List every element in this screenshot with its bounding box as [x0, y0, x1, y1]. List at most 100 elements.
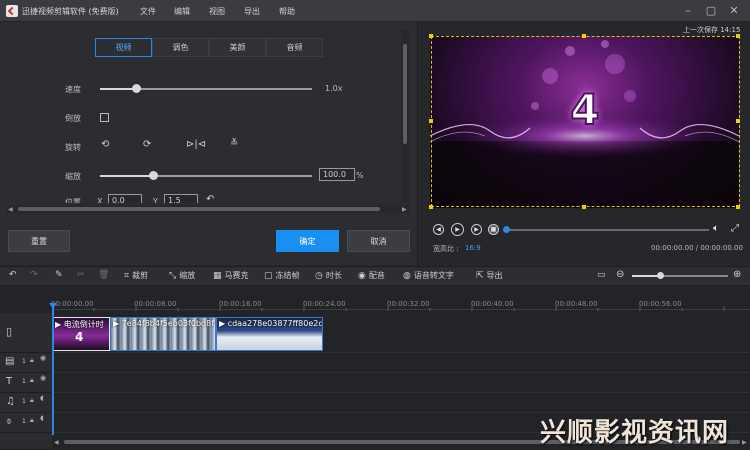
scale-slider-knob[interactable] — [149, 171, 158, 180]
voice-track-number: 1 — [22, 418, 26, 425]
duration-tool[interactable]: ◷ 时长 — [315, 270, 342, 281]
tab-color[interactable]: 调色 — [152, 38, 209, 57]
mosaic-tool[interactable]: ▦ 马赛克 — [213, 270, 249, 281]
position-x-input[interactable]: 0.0 — [108, 194, 142, 203]
freeze-frame-tool[interactable]: ▢ 冻结帧 — [264, 270, 300, 281]
cancel-button[interactable]: 取消 — [347, 230, 410, 252]
rotate-label: 旋转 — [65, 143, 81, 152]
fit-timeline-icon[interactable]: ▭ — [597, 270, 606, 280]
scroll-left-icon[interactable]: ◀ — [8, 206, 13, 213]
menu-view[interactable]: 视图 — [209, 6, 225, 17]
fullscreen-icon[interactable]: ⤢ — [731, 223, 739, 234]
restore-icon[interactable]: ▢ — [704, 4, 718, 18]
eye-icon[interactable]: ◉ — [40, 374, 46, 382]
stop-icon[interactable]: ■ — [488, 224, 499, 235]
timeline-clip[interactable]: ▶ cdaa278e03877ff80e2d... — [216, 317, 323, 351]
autosave-status: 上一次保存 14:15 — [683, 26, 741, 34]
prev-frame-icon[interactable]: ◀ — [433, 224, 444, 235]
rotate-right-icon[interactable]: ⟳ — [143, 139, 151, 150]
speed-slider-knob[interactable] — [132, 84, 141, 93]
video-track-icon: ▯ — [6, 325, 13, 338]
volume-icon[interactable]: ◖ — [40, 394, 44, 402]
menu-export[interactable]: 导出 — [244, 6, 260, 17]
lock-icon[interactable]: 🔒︎ — [30, 416, 34, 425]
undo-icon[interactable]: ↶ — [9, 270, 17, 280]
scroll-left-icon[interactable]: ◀ — [54, 439, 59, 446]
selection-box[interactable] — [431, 36, 740, 207]
zoom-tool[interactable]: ⤡ 缩放 — [169, 270, 195, 281]
text-icon: T — [6, 376, 13, 387]
timeline-clip[interactable]: ▶ 7e84f8b4f5eb03f0bd8f... — [110, 317, 216, 351]
zoom-in-icon[interactable]: ⊕ — [733, 269, 741, 280]
vertical-scrollbar-thumb[interactable] — [403, 44, 407, 144]
crop-tool[interactable]: ⌗ 裁剪 — [124, 270, 148, 281]
play-icon[interactable]: ▶ — [451, 223, 464, 236]
clip-title-text: 电流倒计时 — [63, 320, 104, 329]
playhead[interactable] — [52, 305, 54, 435]
export-label: 导出 — [486, 271, 503, 280]
music-track[interactable] — [52, 393, 750, 413]
redo-icon[interactable]: ↷ — [30, 270, 38, 280]
flip-horizontal-icon[interactable]: ⊳|⊲ — [186, 139, 206, 150]
tab-beauty[interactable]: 美颜 — [209, 38, 266, 57]
next-frame-icon[interactable]: ▶ — [471, 224, 482, 235]
resize-handle-tl[interactable] — [429, 34, 433, 38]
resize-handle-t[interactable] — [582, 34, 586, 38]
eye-icon[interactable]: ◉ — [40, 354, 46, 362]
lock-icon[interactable]: 🔒︎ — [30, 376, 34, 385]
close-icon[interactable]: ✕ — [727, 4, 741, 18]
timeline-zoom-fill — [632, 275, 660, 277]
playback-progress-bar[interactable] — [506, 229, 709, 231]
clip-thumbnail-number: 4 — [75, 330, 84, 344]
volume-icon[interactable]: 🔈︎ — [713, 223, 719, 234]
resize-handle-tr[interactable] — [736, 34, 740, 38]
resize-handle-br[interactable] — [736, 205, 740, 209]
horizontal-scrollbar-thumb[interactable] — [18, 207, 380, 211]
timeline-zoom-knob[interactable] — [657, 272, 664, 279]
volume-icon[interactable]: ◖ — [40, 414, 44, 422]
minimize-icon[interactable]: – — [681, 4, 695, 18]
menu-file[interactable]: 文件 — [140, 6, 156, 17]
menu-edit[interactable]: 编辑 — [174, 6, 190, 17]
resize-handle-b[interactable] — [582, 205, 586, 209]
text-track-number: 1 — [22, 378, 26, 385]
ruler-ticks — [52, 306, 725, 311]
lock-icon[interactable]: 🔒︎ — [30, 396, 34, 405]
export-tool[interactable]: ⇱ 导出 — [476, 270, 503, 281]
rotate-left-icon[interactable]: ⟲ — [101, 139, 109, 150]
reset-button[interactable]: 重置 — [8, 230, 70, 252]
edit-icon[interactable]: ✎ — [55, 270, 63, 280]
text-track[interactable] — [52, 373, 750, 393]
split-icon[interactable]: ✂ — [77, 270, 85, 280]
playback-progress-knob[interactable] — [503, 226, 510, 233]
scroll-right-icon[interactable]: ▶ — [402, 206, 407, 213]
resize-handle-l[interactable] — [429, 119, 433, 123]
speech-icon: ◍ — [403, 270, 411, 281]
confirm-button[interactable]: 确定 — [276, 230, 339, 252]
reverse-label: 倒放 — [65, 114, 81, 123]
zoom-out-icon[interactable]: ⊖ — [616, 269, 624, 280]
scroll-right-icon[interactable]: ▶ — [742, 439, 747, 446]
delete-icon[interactable]: 🗑︎ — [98, 270, 109, 280]
tab-audio[interactable]: 音频 — [266, 38, 323, 57]
menu-help[interactable]: 帮助 — [279, 6, 295, 17]
flip-vertical-icon[interactable]: ≚ — [230, 138, 238, 149]
position-y-input[interactable]: 1.5 — [164, 194, 198, 203]
resize-handle-r[interactable] — [736, 119, 740, 123]
pip-track[interactable] — [52, 353, 750, 373]
scale-input[interactable]: 100.0 — [319, 168, 355, 181]
timeline-clip[interactable]: ▶ 电流倒计时 4 — [52, 317, 110, 351]
dub-tool[interactable]: ◉ 配音 — [358, 270, 385, 281]
clip-title-text: 7e84f8b4f5eb03f0bd8f... — [121, 319, 216, 328]
play-icon: ▶ — [55, 320, 64, 329]
play-icon: ▶ — [219, 319, 228, 328]
resize-handle-bl[interactable] — [429, 205, 433, 209]
aspect-ratio-value[interactable]: 16:9 — [465, 244, 481, 252]
position-y-label: Y — [153, 197, 158, 203]
reverse-checkbox[interactable] — [100, 113, 109, 122]
position-reset-icon[interactable]: ↶ — [206, 194, 214, 203]
speech-to-text-tool[interactable]: ◍ 语音转文字 — [403, 270, 454, 281]
tab-video[interactable]: 视频 — [95, 38, 152, 57]
property-panel — [0, 22, 418, 265]
lock-icon[interactable]: 🔒︎ — [30, 356, 34, 365]
